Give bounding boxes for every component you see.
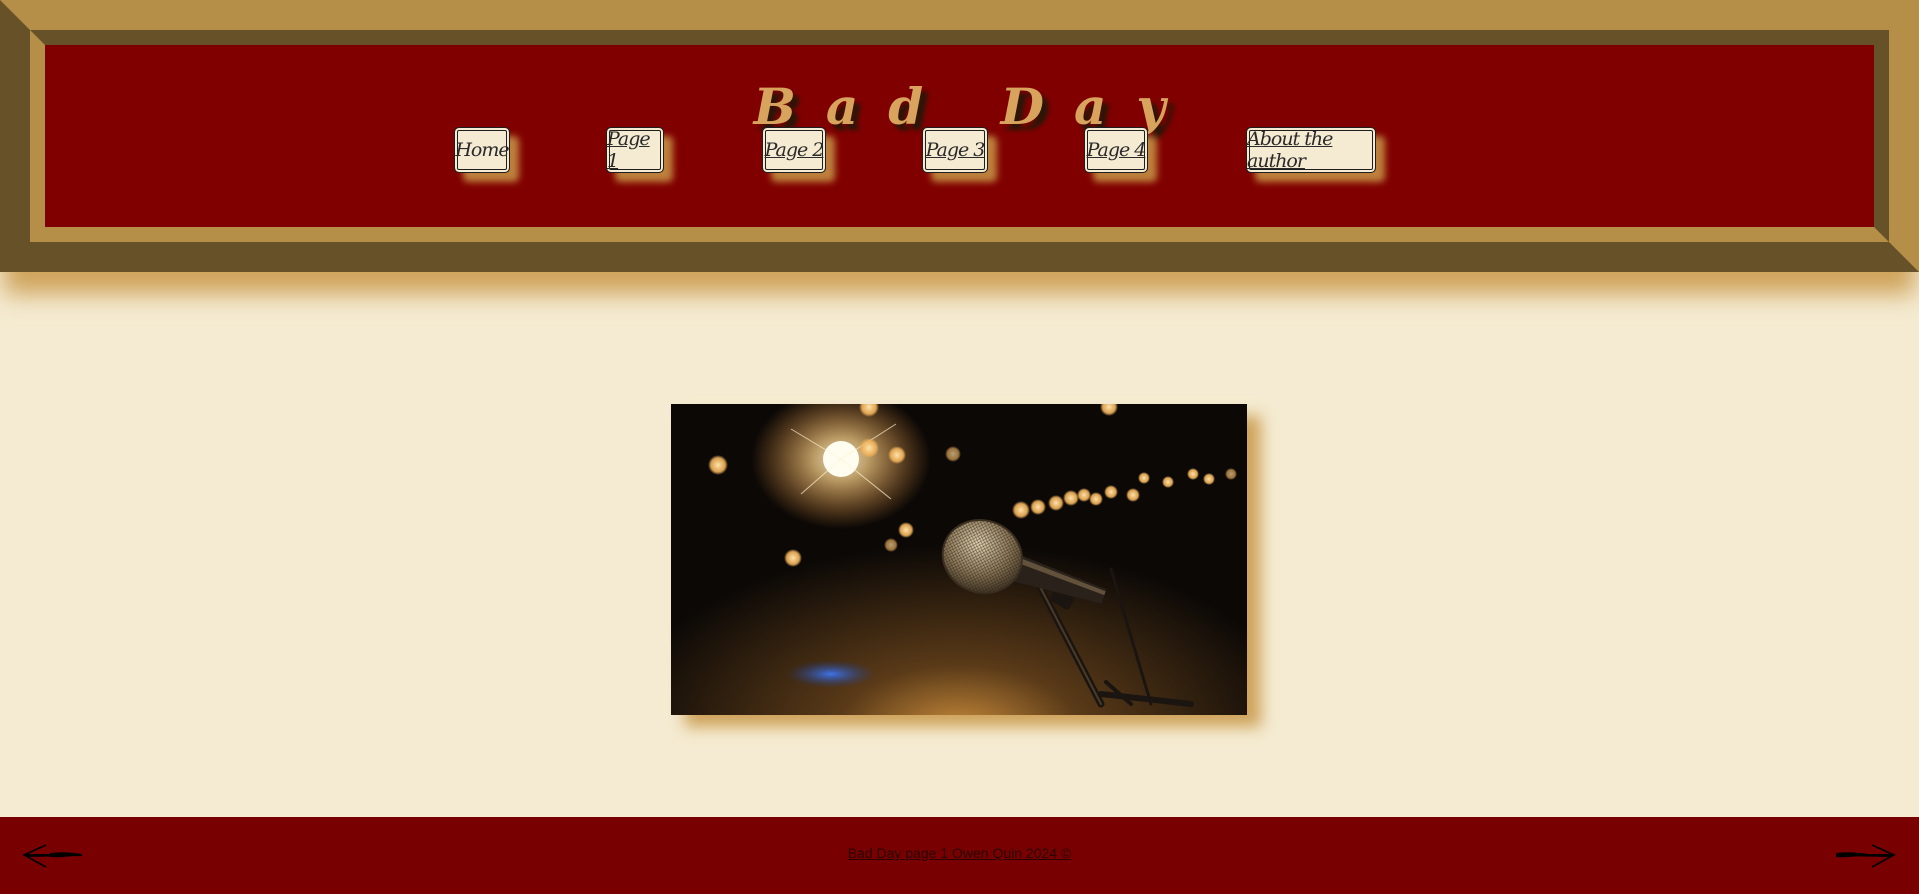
nav-page3-button[interactable]: Page 3	[922, 127, 988, 173]
nav-page4-button[interactable]: Page 4	[1084, 127, 1148, 173]
arrow-right-icon[interactable]	[1832, 837, 1898, 873]
nav-page1-button[interactable]: Page 1	[606, 127, 664, 173]
nav-home-button[interactable]: Home	[454, 127, 510, 173]
nav-page2-button[interactable]: Page 2	[762, 127, 826, 173]
page: Bad Day Home Page 1 Page 2 Page 3 Page 4…	[0, 0, 1919, 894]
footer-copyright-link[interactable]: Bad Day page 1 Owen Quin 2024 ©	[0, 845, 1919, 861]
microphone-stage-photo	[671, 404, 1247, 715]
site-footer: Bad Day page 1 Owen Quin 2024 ©	[0, 817, 1919, 894]
nav-about-author-button[interactable]: About the author	[1246, 127, 1376, 173]
microphone-image	[671, 404, 1247, 715]
